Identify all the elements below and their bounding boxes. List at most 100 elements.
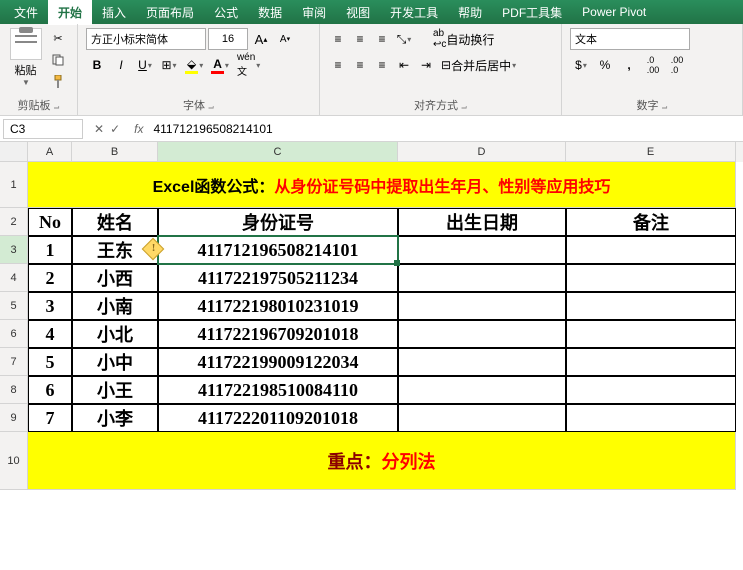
- align-dialog-icon[interactable]: ⨼: [461, 101, 467, 112]
- fx-icon[interactable]: fx: [128, 122, 149, 136]
- decrease-font-button[interactable]: A▾: [274, 28, 296, 50]
- paste-button[interactable]: 粘贴 ▼: [8, 28, 43, 87]
- currency-button[interactable]: $▾: [570, 54, 592, 76]
- bold-button[interactable]: B: [86, 54, 108, 76]
- table-cell-no[interactable]: 5: [28, 348, 72, 376]
- tab-layout[interactable]: 页面布局: [136, 0, 204, 25]
- row-header-8[interactable]: 8: [0, 376, 28, 404]
- merge-center-button[interactable]: ⊟ 合并后居中▾: [438, 54, 519, 76]
- header-note[interactable]: 备注: [566, 208, 736, 236]
- table-cell-birth[interactable]: [398, 320, 566, 348]
- tab-file[interactable]: 文件: [4, 0, 48, 25]
- font-color-button[interactable]: A▾: [208, 54, 232, 76]
- tab-review[interactable]: 审阅: [292, 0, 336, 25]
- indent-increase-button[interactable]: ⇥: [416, 56, 436, 74]
- name-box[interactable]: [3, 119, 83, 139]
- decrease-decimal-button[interactable]: .00.0: [666, 54, 688, 76]
- comma-button[interactable]: ,: [618, 54, 640, 76]
- table-cell-no[interactable]: 4: [28, 320, 72, 348]
- table-cell-name[interactable]: 小北: [72, 320, 158, 348]
- row-header-10[interactable]: 10: [0, 432, 28, 490]
- table-cell-no[interactable]: 3: [28, 292, 72, 320]
- chevron-down-icon[interactable]: ▼: [22, 78, 30, 87]
- header-name[interactable]: 姓名: [72, 208, 158, 236]
- tab-dev[interactable]: 开发工具: [380, 0, 448, 25]
- table-cell-no[interactable]: 7: [28, 404, 72, 432]
- row-header-7[interactable]: 7: [0, 348, 28, 376]
- row-header-5[interactable]: 5: [0, 292, 28, 320]
- table-cell-birth[interactable]: [398, 292, 566, 320]
- border-button[interactable]: ⊞▾: [158, 54, 180, 76]
- table-cell-birth[interactable]: [398, 264, 566, 292]
- copy-button[interactable]: [47, 50, 69, 70]
- font-dialog-icon[interactable]: ⨼: [208, 101, 214, 112]
- tab-data[interactable]: 数据: [248, 0, 292, 25]
- table-cell-birth[interactable]: [398, 404, 566, 432]
- table-cell-id[interactable]: 411722198510084110: [158, 376, 398, 404]
- align-middle-button[interactable]: ≡: [350, 30, 370, 48]
- wrap-text-button[interactable]: ab↩c 自动换行: [430, 28, 497, 50]
- orientation-button[interactable]: ⤡▾: [394, 30, 414, 48]
- increase-font-button[interactable]: A▴: [250, 28, 272, 50]
- clipboard-dialog-icon[interactable]: ⨼: [54, 101, 60, 112]
- row-header-1[interactable]: 1: [0, 162, 28, 208]
- col-header-b[interactable]: B: [72, 142, 158, 162]
- table-cell-name[interactable]: 小李: [72, 404, 158, 432]
- table-cell-name[interactable]: 小王: [72, 376, 158, 404]
- font-size-select[interactable]: [208, 28, 248, 50]
- table-cell-id[interactable]: 411722198010231019: [158, 292, 398, 320]
- col-header-a[interactable]: A: [28, 142, 72, 162]
- col-header-c[interactable]: C: [158, 142, 398, 162]
- tab-view[interactable]: 视图: [336, 0, 380, 25]
- format-painter-button[interactable]: [47, 72, 69, 92]
- font-name-select[interactable]: [86, 28, 206, 50]
- header-id[interactable]: 身份证号: [158, 208, 398, 236]
- indent-decrease-button[interactable]: ⇤: [394, 56, 414, 74]
- table-cell-id[interactable]: 411712196508214101: [158, 236, 398, 264]
- tab-formulas[interactable]: 公式: [204, 0, 248, 25]
- table-cell-birth[interactable]: [398, 236, 566, 264]
- tab-home[interactable]: 开始: [48, 0, 92, 25]
- col-header-d[interactable]: D: [398, 142, 566, 162]
- cut-button[interactable]: ✂: [47, 28, 69, 48]
- table-cell-note[interactable]: [566, 376, 736, 404]
- header-no[interactable]: No: [28, 208, 72, 236]
- row-header-9[interactable]: 9: [0, 404, 28, 432]
- tab-pdf[interactable]: PDF工具集: [492, 0, 572, 25]
- table-cell-id[interactable]: 411722197505211234: [158, 264, 398, 292]
- increase-decimal-button[interactable]: .0.00: [642, 54, 664, 76]
- fill-color-button[interactable]: ⬙▾: [182, 54, 206, 76]
- italic-button[interactable]: I: [110, 54, 132, 76]
- table-cell-note[interactable]: [566, 292, 736, 320]
- select-all-corner[interactable]: [0, 142, 28, 162]
- table-cell-note[interactable]: [566, 264, 736, 292]
- tab-powerpivot[interactable]: Power Pivot: [572, 1, 656, 23]
- number-format-select[interactable]: [570, 28, 690, 50]
- table-cell-note[interactable]: [566, 320, 736, 348]
- worksheet-grid[interactable]: A B C D E 1 Excel函数公式：从身份证号码中提取出生年月、性别等应…: [0, 142, 743, 490]
- table-cell-birth[interactable]: [398, 348, 566, 376]
- table-cell-note[interactable]: [566, 236, 736, 264]
- table-cell-no[interactable]: 6: [28, 376, 72, 404]
- table-cell-no[interactable]: 1: [28, 236, 72, 264]
- table-cell-id[interactable]: 411722201109201018: [158, 404, 398, 432]
- percent-button[interactable]: %: [594, 54, 616, 76]
- formula-input[interactable]: 411712196508214101: [149, 120, 743, 138]
- header-birth[interactable]: 出生日期: [398, 208, 566, 236]
- table-cell-note[interactable]: [566, 348, 736, 376]
- align-bottom-button[interactable]: ≡: [372, 30, 392, 48]
- number-dialog-icon[interactable]: ⨼: [662, 101, 668, 112]
- table-cell-no[interactable]: 2: [28, 264, 72, 292]
- table-cell-name[interactable]: 小南: [72, 292, 158, 320]
- table-cell-id[interactable]: 411722196709201018: [158, 320, 398, 348]
- align-top-button[interactable]: ≡: [328, 30, 348, 48]
- row-header-6[interactable]: 6: [0, 320, 28, 348]
- row-header-4[interactable]: 4: [0, 264, 28, 292]
- table-cell-note[interactable]: [566, 404, 736, 432]
- align-center-button[interactable]: ≡: [350, 56, 370, 74]
- phonetic-button[interactable]: wén文▾: [234, 54, 263, 76]
- accept-formula-button[interactable]: ✓: [110, 122, 120, 136]
- col-header-e[interactable]: E: [566, 142, 736, 162]
- table-cell-name[interactable]: 小中: [72, 348, 158, 376]
- row-header-3[interactable]: 3: [0, 236, 28, 264]
